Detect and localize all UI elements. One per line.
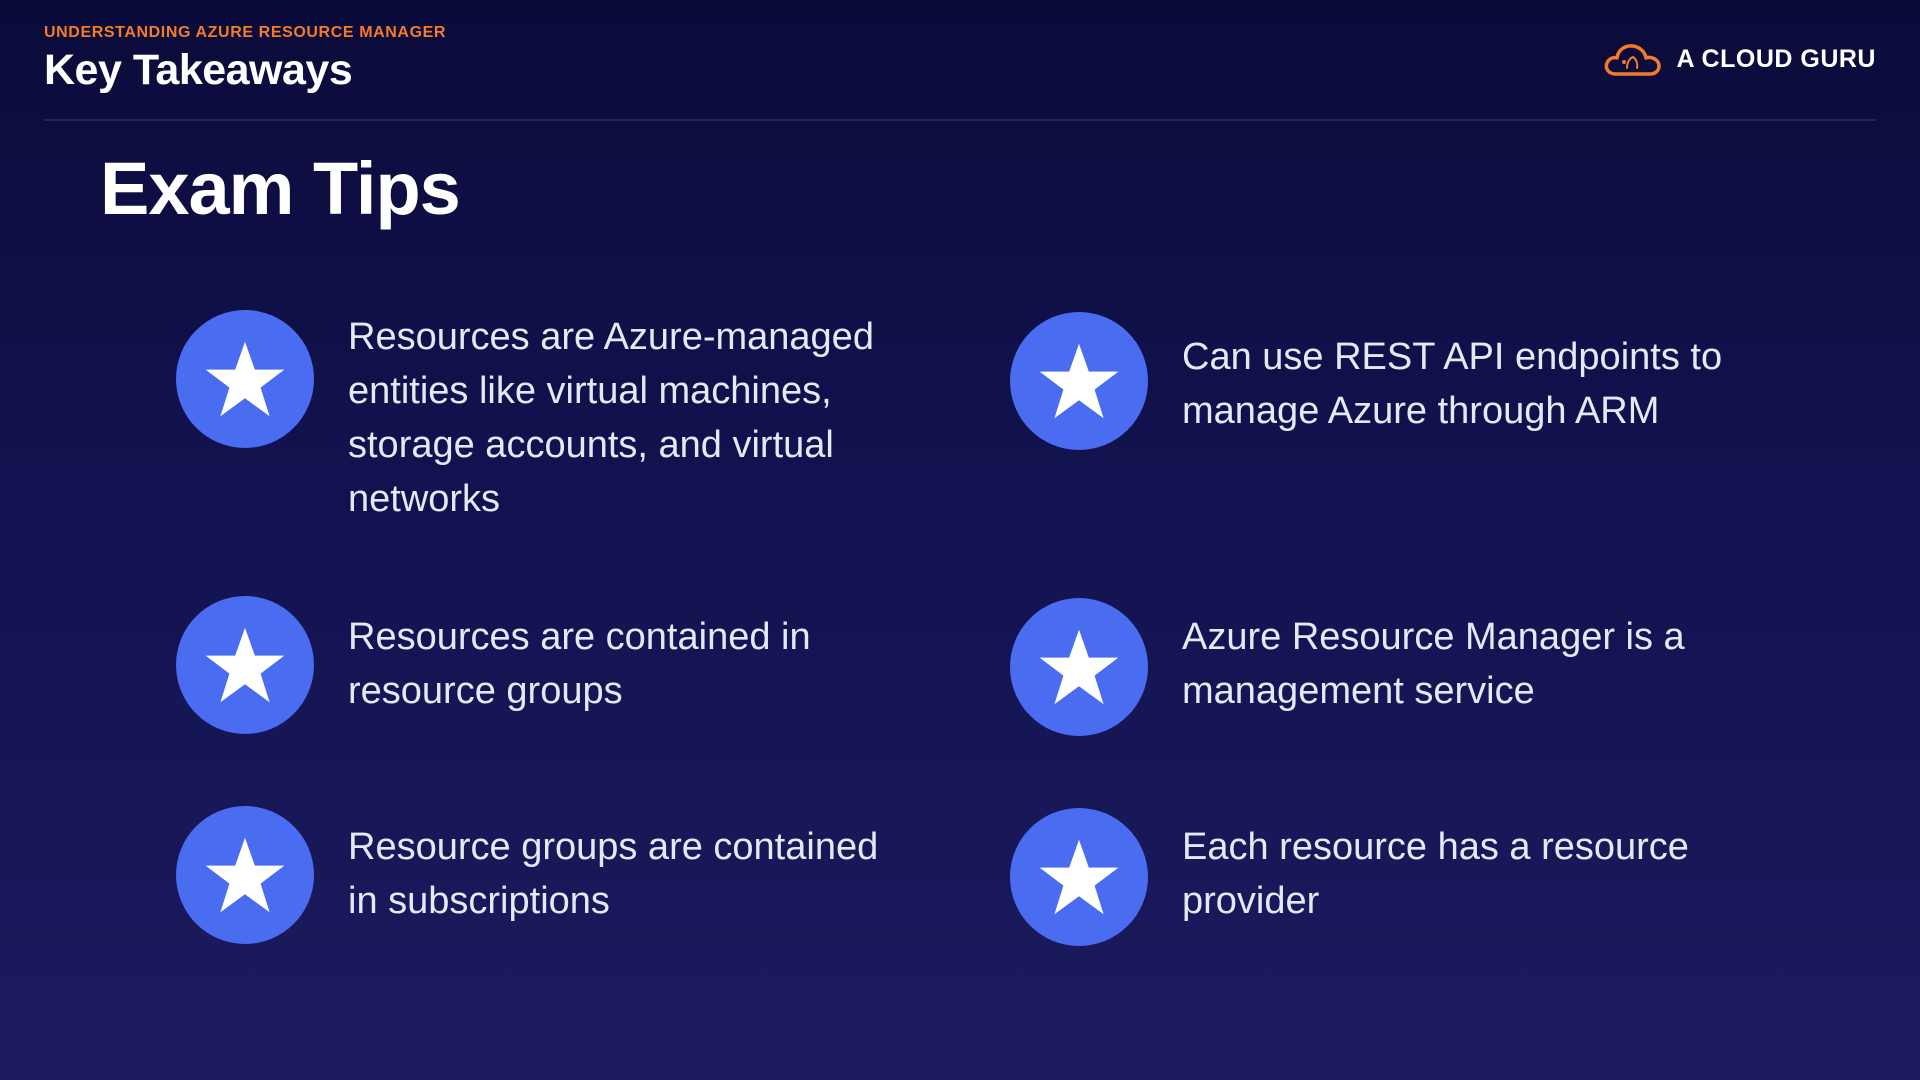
star-icon [1039, 629, 1119, 705]
tip-text: Resources are Azure-managed entities lik… [348, 316, 874, 520]
tip-text: Resources are contained in resource grou… [348, 616, 811, 712]
tip-item: Resources are contained in resource grou… [176, 596, 936, 734]
star-badge [176, 310, 314, 448]
star-badge [1010, 312, 1148, 450]
star-icon [1039, 343, 1119, 419]
tip-item: Azure Resource Manager is a management s… [1010, 598, 1810, 736]
star-badge [1010, 598, 1148, 736]
tip-item: Can use REST API endpoints to manage Azu… [1010, 312, 1810, 450]
tip-item: Each resource has a resource provider [1010, 808, 1810, 946]
star-icon [205, 837, 285, 913]
star-icon [1039, 839, 1119, 915]
tip-text: Each resource has a resource provider [1182, 826, 1689, 922]
star-icon [205, 341, 285, 417]
star-badge [1010, 808, 1148, 946]
star-badge [176, 596, 314, 734]
tips-grid: Resources are Azure-managed entities lik… [0, 0, 1920, 1080]
tip-item: Resource groups are contained in subscri… [176, 806, 936, 944]
tip-text: Can use REST API endpoints to manage Azu… [1182, 336, 1723, 432]
star-icon [205, 627, 285, 703]
tip-item: Resources are Azure-managed entities lik… [176, 310, 936, 526]
star-badge [176, 806, 314, 944]
tip-text: Azure Resource Manager is a management s… [1182, 616, 1685, 712]
tip-text: Resource groups are contained in subscri… [348, 826, 879, 922]
